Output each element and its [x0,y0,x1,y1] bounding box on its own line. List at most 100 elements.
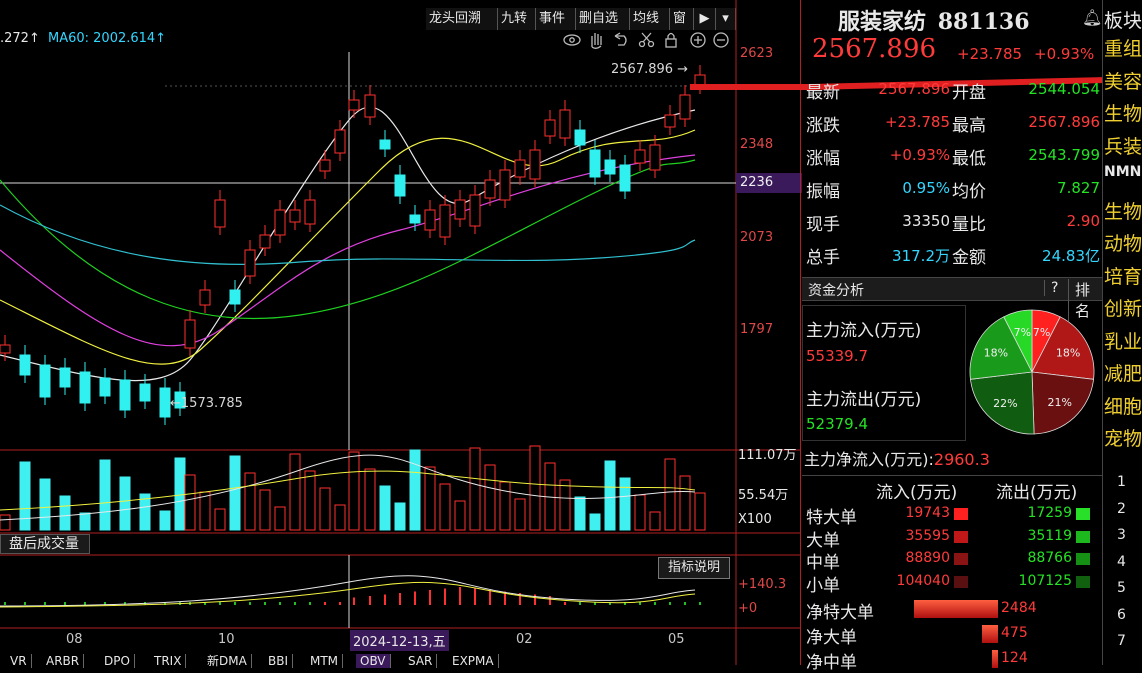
candle-body [544,119,556,137]
flow-out-swatch [1076,508,1090,520]
rank-number: 5 [1117,580,1126,596]
quote-value: 2567.896 [878,80,950,98]
candle-body [559,109,571,139]
high-price-annotation: 2567.896 → [611,62,689,77]
indicator-help-button[interactable]: 指标说明 [658,557,730,579]
quote-label: 振幅 [806,182,840,202]
flow-out-value: 17259 [1027,505,1072,521]
main-inflow-label: 主力流入(万元) [806,321,922,341]
price-axis-label: 2073 [740,230,774,245]
flow-row-label: 大单 [806,530,840,551]
candle-body [59,367,71,388]
quote-label: 最新 [806,83,840,103]
tab-obv[interactable]: OBV [356,654,391,668]
candle-body [304,199,316,225]
candle-body [454,199,466,220]
flow-out-swatch [1076,553,1090,565]
quote-label: 开盘 [952,83,986,103]
tab-arbr[interactable]: ARBR [42,654,85,668]
net-bar [992,650,998,668]
sector-list-item[interactable]: 创新 [1104,294,1142,321]
candle-body [424,209,436,231]
flow-in-swatch [954,530,968,543]
capital-analysis-title: 资金分析 [808,283,864,299]
tab-trix[interactable]: TRIX [150,654,187,668]
volume-bar [694,492,706,531]
tab-vr[interactable]: VR [6,654,32,668]
sector-list-item[interactable]: 减肥 [1104,359,1142,386]
quote-label: 最低 [952,149,986,169]
tab-mtm[interactable]: MTM [306,654,344,668]
volume-bar [184,474,196,531]
candle-body [259,234,271,249]
candle-body [469,194,481,227]
quote-label: 量比 [952,215,986,235]
quote-value: 0.95% [902,179,950,197]
capital-pie-chart: 7% 18% 21% 22% 18% 7% [969,309,1095,435]
rank-number: 1 [1117,474,1126,490]
sector-list-item[interactable]: 宠物 [1104,424,1142,451]
quote-value: 2543.799 [1028,146,1100,164]
quote-value: 7.827 [1057,179,1100,197]
main-outflow-value: 52379.4 [806,415,869,433]
pie-slice-label: 7% [1033,326,1050,339]
main-outflow-label: 主力流出(万元) [806,390,922,410]
volume-bar [19,461,31,531]
candle-body [619,164,631,192]
candle-body [159,387,171,418]
volume-axis-label: 111.07万 [738,448,797,463]
volume-bar [319,487,331,531]
candle-body [348,99,360,111]
macd-axis-label: +0 [738,601,758,616]
sector-list-item[interactable]: 乳业 [1104,327,1142,354]
last-price: 2567.896 [812,34,937,64]
volume-bar [589,513,601,531]
candle-body [244,249,256,277]
volume-bar [174,457,186,531]
sector-list-item[interactable]: 培育 [1104,262,1142,289]
sector-list-item[interactable]: NMN [1104,164,1142,180]
tab-bbi[interactable]: BBI [264,654,294,668]
volume-bar [229,455,241,531]
candle-body [664,114,676,128]
tab-dpo[interactable]: DPO [100,654,135,668]
volume-axis-label: 55.54万 [738,488,789,503]
candle-body [139,383,151,402]
candle-body [514,159,526,178]
sector-list-item[interactable]: 生物 [1104,197,1142,224]
volume-panel-title[interactable]: 盘后成交量 [0,534,90,554]
quote-label: 最高 [952,116,986,136]
candle-body [289,209,301,223]
volume-bar [304,470,316,531]
pie-slice-label: 22% [993,397,1017,410]
tab-newdma[interactable]: 新DMA [203,654,252,668]
sector-list-item[interactable]: 重组 [1104,34,1142,61]
volume-bar [499,481,511,531]
pie-slice-label: 7% [1014,326,1031,339]
sector-list-item[interactable]: 生物 [1104,99,1142,126]
price-change: +23.785 [957,45,1023,63]
pie-slice-label: 18% [1056,347,1080,360]
sector-list-item[interactable]: 兵装 [1104,132,1142,159]
quote-value: 2.90 [1066,212,1100,230]
volume-bar [289,453,301,531]
tab-sar[interactable]: SAR [404,654,438,668]
date-axis-label: 05 [668,632,685,647]
main-net-inflow-value: 2960.3 [933,450,990,469]
sector-list-item[interactable]: 美容 [1104,67,1142,94]
candle-body [99,377,111,397]
volume-bar [649,511,661,531]
candle-body [604,159,616,175]
sector-list-item[interactable]: 动物 [1104,229,1142,256]
quote-value: 33350 [902,212,950,230]
flow-out-value: 35119 [1027,527,1072,544]
sector-list-item[interactable]: 细胞 [1104,392,1142,419]
bell-icon[interactable]: 🔔︎ [1082,8,1102,27]
volume-bar [39,478,51,531]
candle-body [574,129,586,146]
flow-table-header: 流入(万元) 流出(万元) [802,475,1102,503]
capital-help-button[interactable]: ? [1044,280,1071,296]
tab-expma[interactable]: EXPMA [448,654,499,668]
volume-bar [439,483,451,531]
net-value: 2484 [1001,600,1037,616]
